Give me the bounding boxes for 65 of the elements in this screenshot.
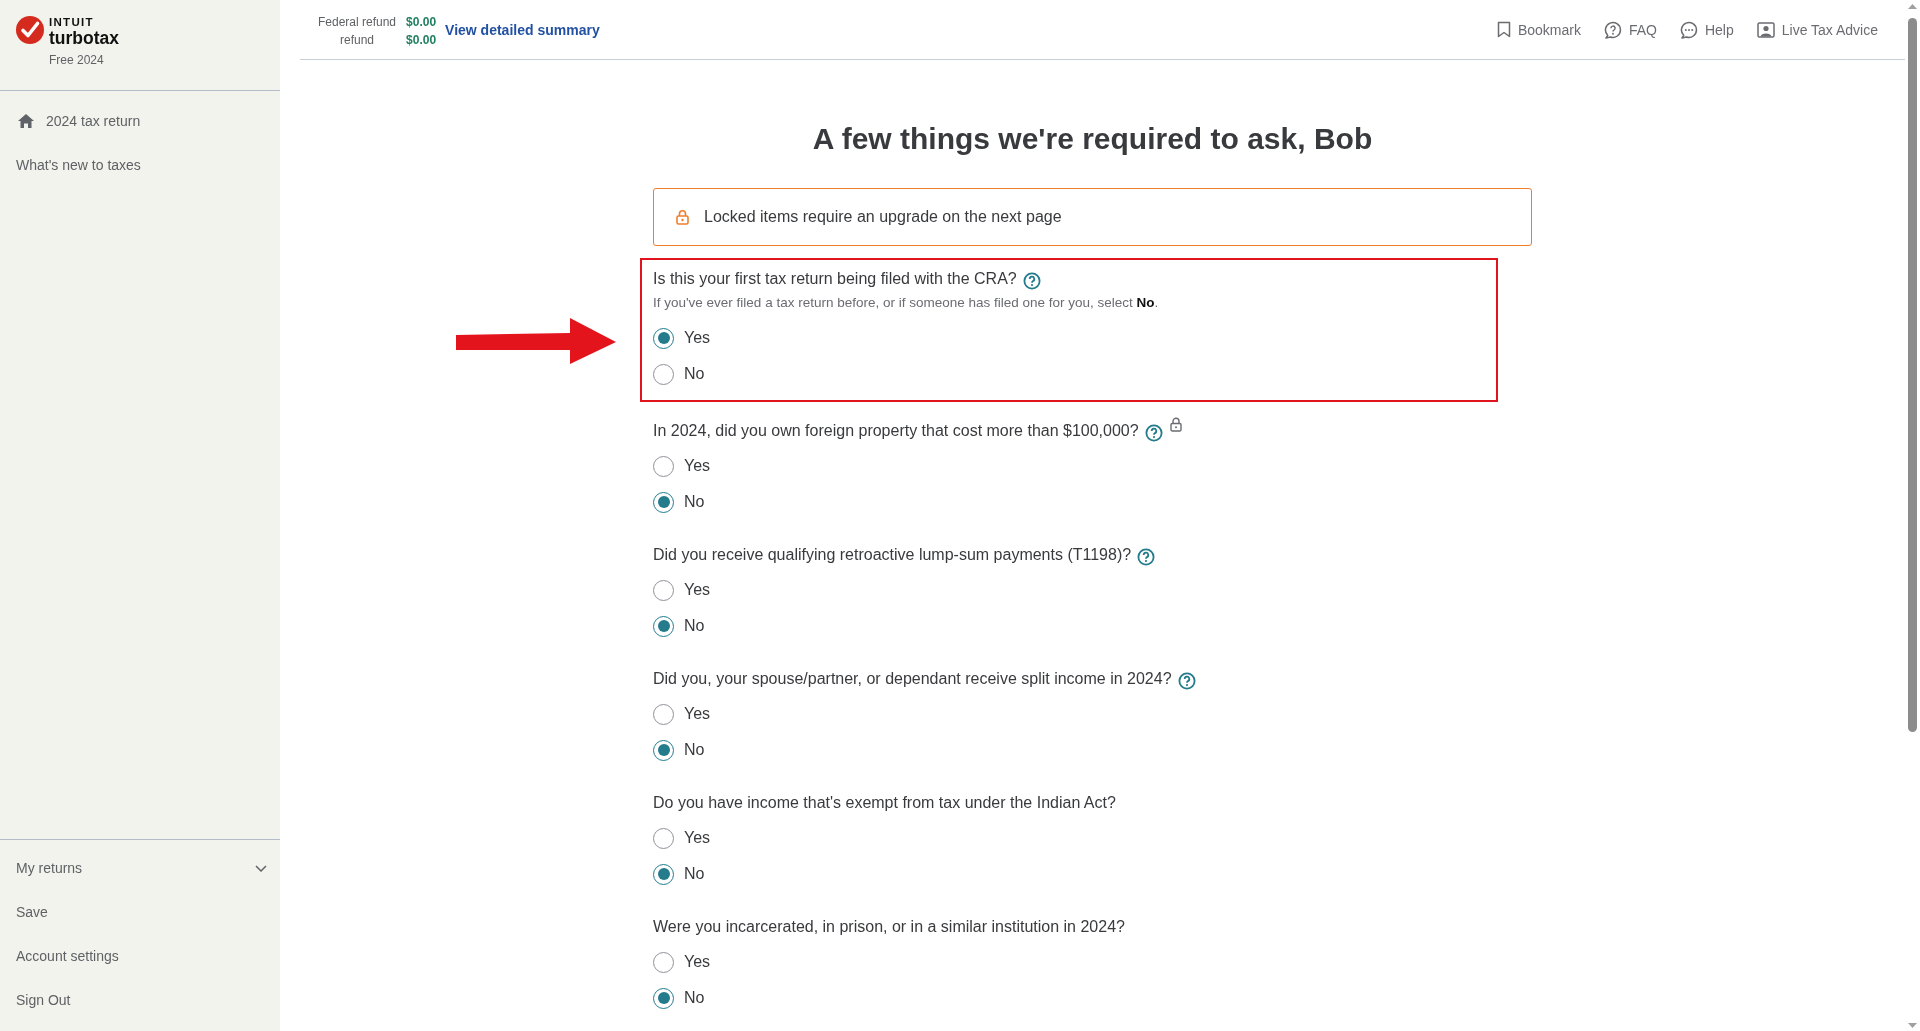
header-link[interactable]: Help bbox=[1679, 20, 1734, 39]
question-hint: If you've ever filed a tax return before, or if someone has filed one for you, select No. bbox=[653, 294, 1160, 312]
edition-label: Free 2024 bbox=[49, 53, 105, 67]
refund-label: refund bbox=[339, 31, 376, 49]
help-icon[interactable] bbox=[1022, 272, 1041, 290]
radio-button[interactable] bbox=[653, 863, 674, 885]
sidebar-link[interactable]: Sign Out bbox=[0, 978, 280, 1022]
question-bubble-icon bbox=[1603, 20, 1622, 39]
page-title: A few things we're required to ask, Bob bbox=[811, 121, 1374, 157]
refund-amount: $0.00 bbox=[406, 13, 437, 31]
sidebar-link[interactable]: My returns bbox=[0, 846, 280, 890]
header-link[interactable]: Live Tax Advice bbox=[1756, 21, 1878, 38]
home-icon bbox=[17, 113, 35, 129]
option-label: Yes bbox=[684, 952, 711, 972]
summary-link[interactable]: View detailed summary bbox=[445, 21, 600, 38]
refund-amount: $0.00 bbox=[406, 31, 437, 49]
question-text: Did you, your spouse/partner, or dependant receive split income in 2024? bbox=[653, 670, 1172, 688]
option-label: Yes bbox=[684, 328, 711, 348]
brand-name: INTUIT bbox=[49, 17, 95, 28]
radio-button[interactable] bbox=[653, 363, 674, 385]
help-icon[interactable] bbox=[1137, 548, 1156, 566]
option-label: No bbox=[684, 864, 705, 884]
help-icon[interactable] bbox=[1177, 672, 1196, 690]
option-label: Yes bbox=[684, 704, 711, 724]
help-icon[interactable] bbox=[1144, 424, 1163, 442]
sidebar-link[interactable]: Account settings bbox=[0, 934, 280, 978]
question-text: Do you have income that's exempt from tax under the Indian Act? bbox=[653, 794, 1116, 812]
option-label: Yes bbox=[684, 456, 711, 476]
radio-button[interactable] bbox=[653, 703, 674, 725]
radio-button[interactable] bbox=[653, 455, 674, 477]
radio-button[interactable] bbox=[653, 827, 674, 849]
sidebar-link[interactable]: What's new to taxes bbox=[0, 143, 280, 187]
radio-button[interactable] bbox=[653, 987, 674, 1009]
radio-button[interactable] bbox=[653, 739, 674, 761]
scroll-up-icon[interactable] bbox=[1908, 4, 1917, 9]
question-text: In 2024, did you own foreign property that cost more than $100,000? bbox=[653, 422, 1139, 440]
checkmark-logo-icon bbox=[16, 16, 44, 44]
radio-button[interactable] bbox=[653, 951, 674, 973]
radio-button[interactable] bbox=[653, 491, 674, 513]
radio-button[interactable] bbox=[653, 327, 674, 349]
radio-button[interactable] bbox=[653, 615, 674, 637]
option-label: No bbox=[684, 988, 705, 1008]
header-link[interactable]: Bookmark bbox=[1496, 21, 1581, 38]
option-label: No bbox=[684, 616, 705, 636]
product-name: turbotax bbox=[49, 29, 119, 48]
option-label: No bbox=[684, 740, 705, 760]
sidebar-link[interactable]: Save bbox=[0, 890, 280, 934]
scroll-down-icon[interactable] bbox=[1908, 1023, 1917, 1028]
option-label: Yes bbox=[684, 828, 711, 848]
person-portrait-icon bbox=[1756, 21, 1775, 38]
scrollbar-thumb[interactable] bbox=[1908, 18, 1917, 732]
chat-bubble-icon bbox=[1679, 20, 1698, 39]
bookmark-icon bbox=[1496, 21, 1511, 38]
option-label: No bbox=[684, 492, 705, 512]
question-text: Did you receive qualifying retroactive lump-sum payments (T1198)? bbox=[653, 546, 1132, 564]
question-text: Were you incarcerated, in prison, or in a similar institution in 2024? bbox=[653, 918, 1125, 936]
option-label: No bbox=[684, 364, 705, 384]
refund-label: Federal refund bbox=[318, 13, 397, 31]
notice-text: Locked items require an upgrade on the next page bbox=[704, 207, 1062, 227]
question-text: Is this your first tax return being filed with the CRA? bbox=[653, 270, 1017, 288]
header-link[interactable]: FAQ bbox=[1603, 20, 1657, 39]
sidebar-link[interactable]: 2024 tax return bbox=[0, 99, 280, 143]
option-label: Yes bbox=[684, 580, 711, 600]
lock-icon bbox=[676, 209, 689, 225]
radio-button[interactable] bbox=[653, 579, 674, 601]
